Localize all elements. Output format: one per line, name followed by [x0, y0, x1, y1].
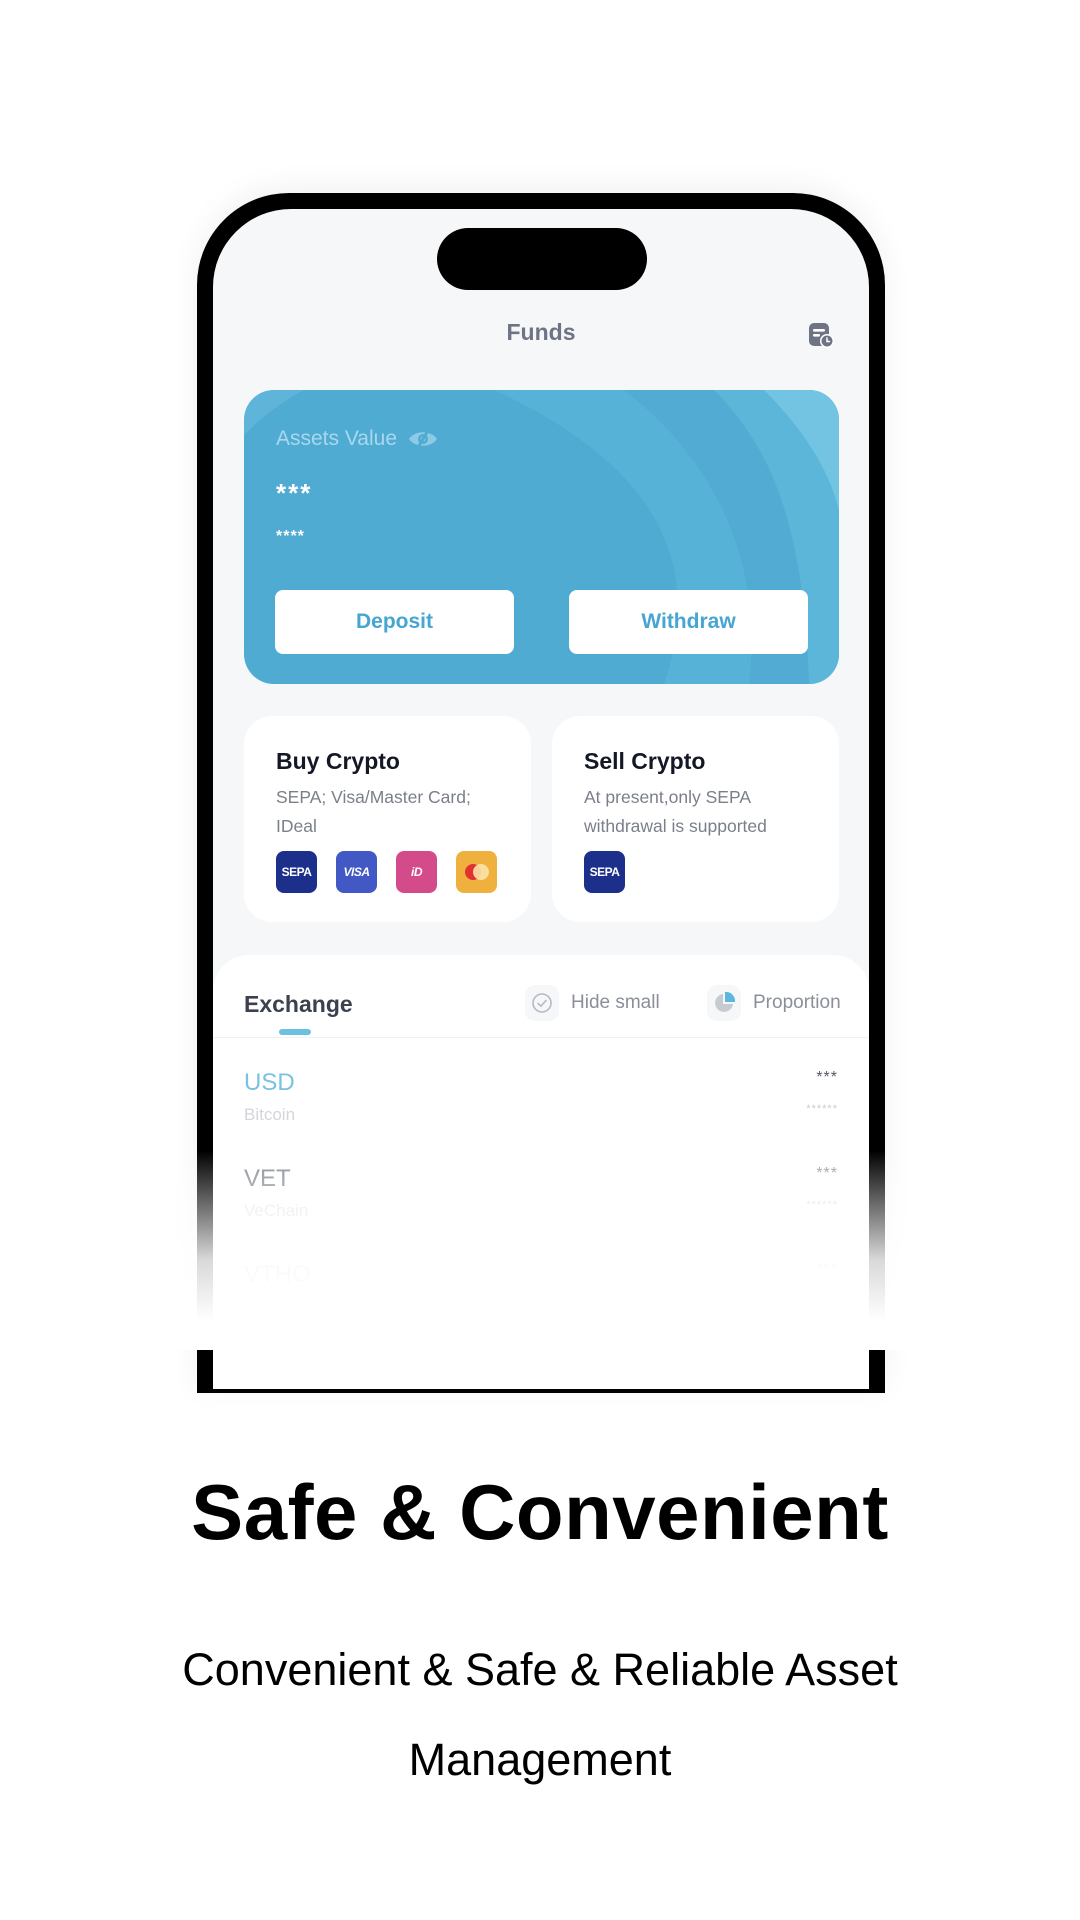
- asset-name: VeChain: [244, 1201, 309, 1220]
- assets-value-label: Assets Value: [276, 426, 439, 452]
- visa-icon: VISA: [336, 851, 377, 893]
- proportion-button[interactable]: Proportion: [707, 985, 841, 1021]
- asset-amount: ***: [816, 1165, 838, 1182]
- asset-amount: ***: [816, 1069, 838, 1086]
- sell-crypto-card[interactable]: Sell Crypto At present,only SEPA withdra…: [552, 716, 839, 922]
- sepa-icon: SEPA: [276, 851, 317, 893]
- withdraw-button[interactable]: Withdraw: [569, 590, 808, 654]
- assets-sub-value: ****: [276, 528, 305, 545]
- deposit-button[interactable]: Deposit: [275, 590, 514, 654]
- asset-value: ******: [806, 1199, 838, 1211]
- ideal-icon: iD: [396, 851, 437, 893]
- sell-crypto-title: Sell Crypto: [584, 748, 706, 774]
- eye-hidden-icon[interactable]: [407, 426, 439, 452]
- pie-chart-icon: [707, 985, 741, 1021]
- page-title: Funds: [506, 319, 576, 345]
- asset-name: VeThor Token: [244, 1297, 349, 1316]
- phone-mockup: Funds Assets Value *** **** Deposit With…: [0, 0, 1080, 1393]
- bill-history-icon[interactable]: [807, 321, 835, 349]
- sepa-icon: SEPA: [584, 851, 625, 893]
- asset-amount: ***: [816, 1261, 838, 1278]
- asset-symbol: USD: [244, 1069, 295, 1096]
- check-circle-icon: [525, 985, 559, 1021]
- asset-symbol: VET: [244, 1165, 291, 1192]
- assets-card: Assets Value *** **** Deposit Withdraw: [244, 390, 839, 684]
- exchange-panel: Exchange Hide small Proportion USD Bitco…: [213, 955, 869, 1389]
- tab-active-indicator: [279, 1029, 311, 1035]
- asset-name: Bitcoin: [244, 1105, 296, 1124]
- asset-value: ******: [806, 1295, 838, 1307]
- buy-crypto-title: Buy Crypto: [276, 748, 400, 774]
- mastercard-icon: [456, 851, 497, 893]
- payment-methods: SEPA VISA iD: [276, 851, 501, 893]
- asset-symbol: VTHO: [244, 1261, 311, 1288]
- sell-crypto-description: At present,only SEPA withdrawal is suppo…: [584, 787, 767, 836]
- buy-crypto-description: SEPA; Visa/Master Card; IDeal: [276, 787, 471, 836]
- assets-value: ***: [276, 478, 313, 508]
- asset-row[interactable]: VTHO VeThor Token *** ******: [244, 1261, 838, 1331]
- divider: [213, 1037, 869, 1038]
- payment-methods: SEPA: [584, 851, 809, 893]
- hero-subtitle: Convenient & Safe & Reliable Asset Manag…: [182, 1644, 898, 1785]
- buy-crypto-card[interactable]: Buy Crypto SEPA; Visa/Master Card; IDeal…: [244, 716, 531, 922]
- hide-small-toggle[interactable]: Hide small: [525, 985, 660, 1021]
- asset-value: ******: [806, 1103, 838, 1115]
- hero-title: Safe & Convenient: [191, 1468, 889, 1556]
- dynamic-island: [437, 228, 647, 290]
- tab-exchange[interactable]: Exchange: [244, 991, 353, 1018]
- asset-row[interactable]: VET VeChain *** ******: [244, 1165, 838, 1235]
- asset-row[interactable]: USD Bitcoin *** ******: [244, 1069, 838, 1139]
- phone-screen: Funds Assets Value *** **** Deposit With…: [213, 209, 869, 1389]
